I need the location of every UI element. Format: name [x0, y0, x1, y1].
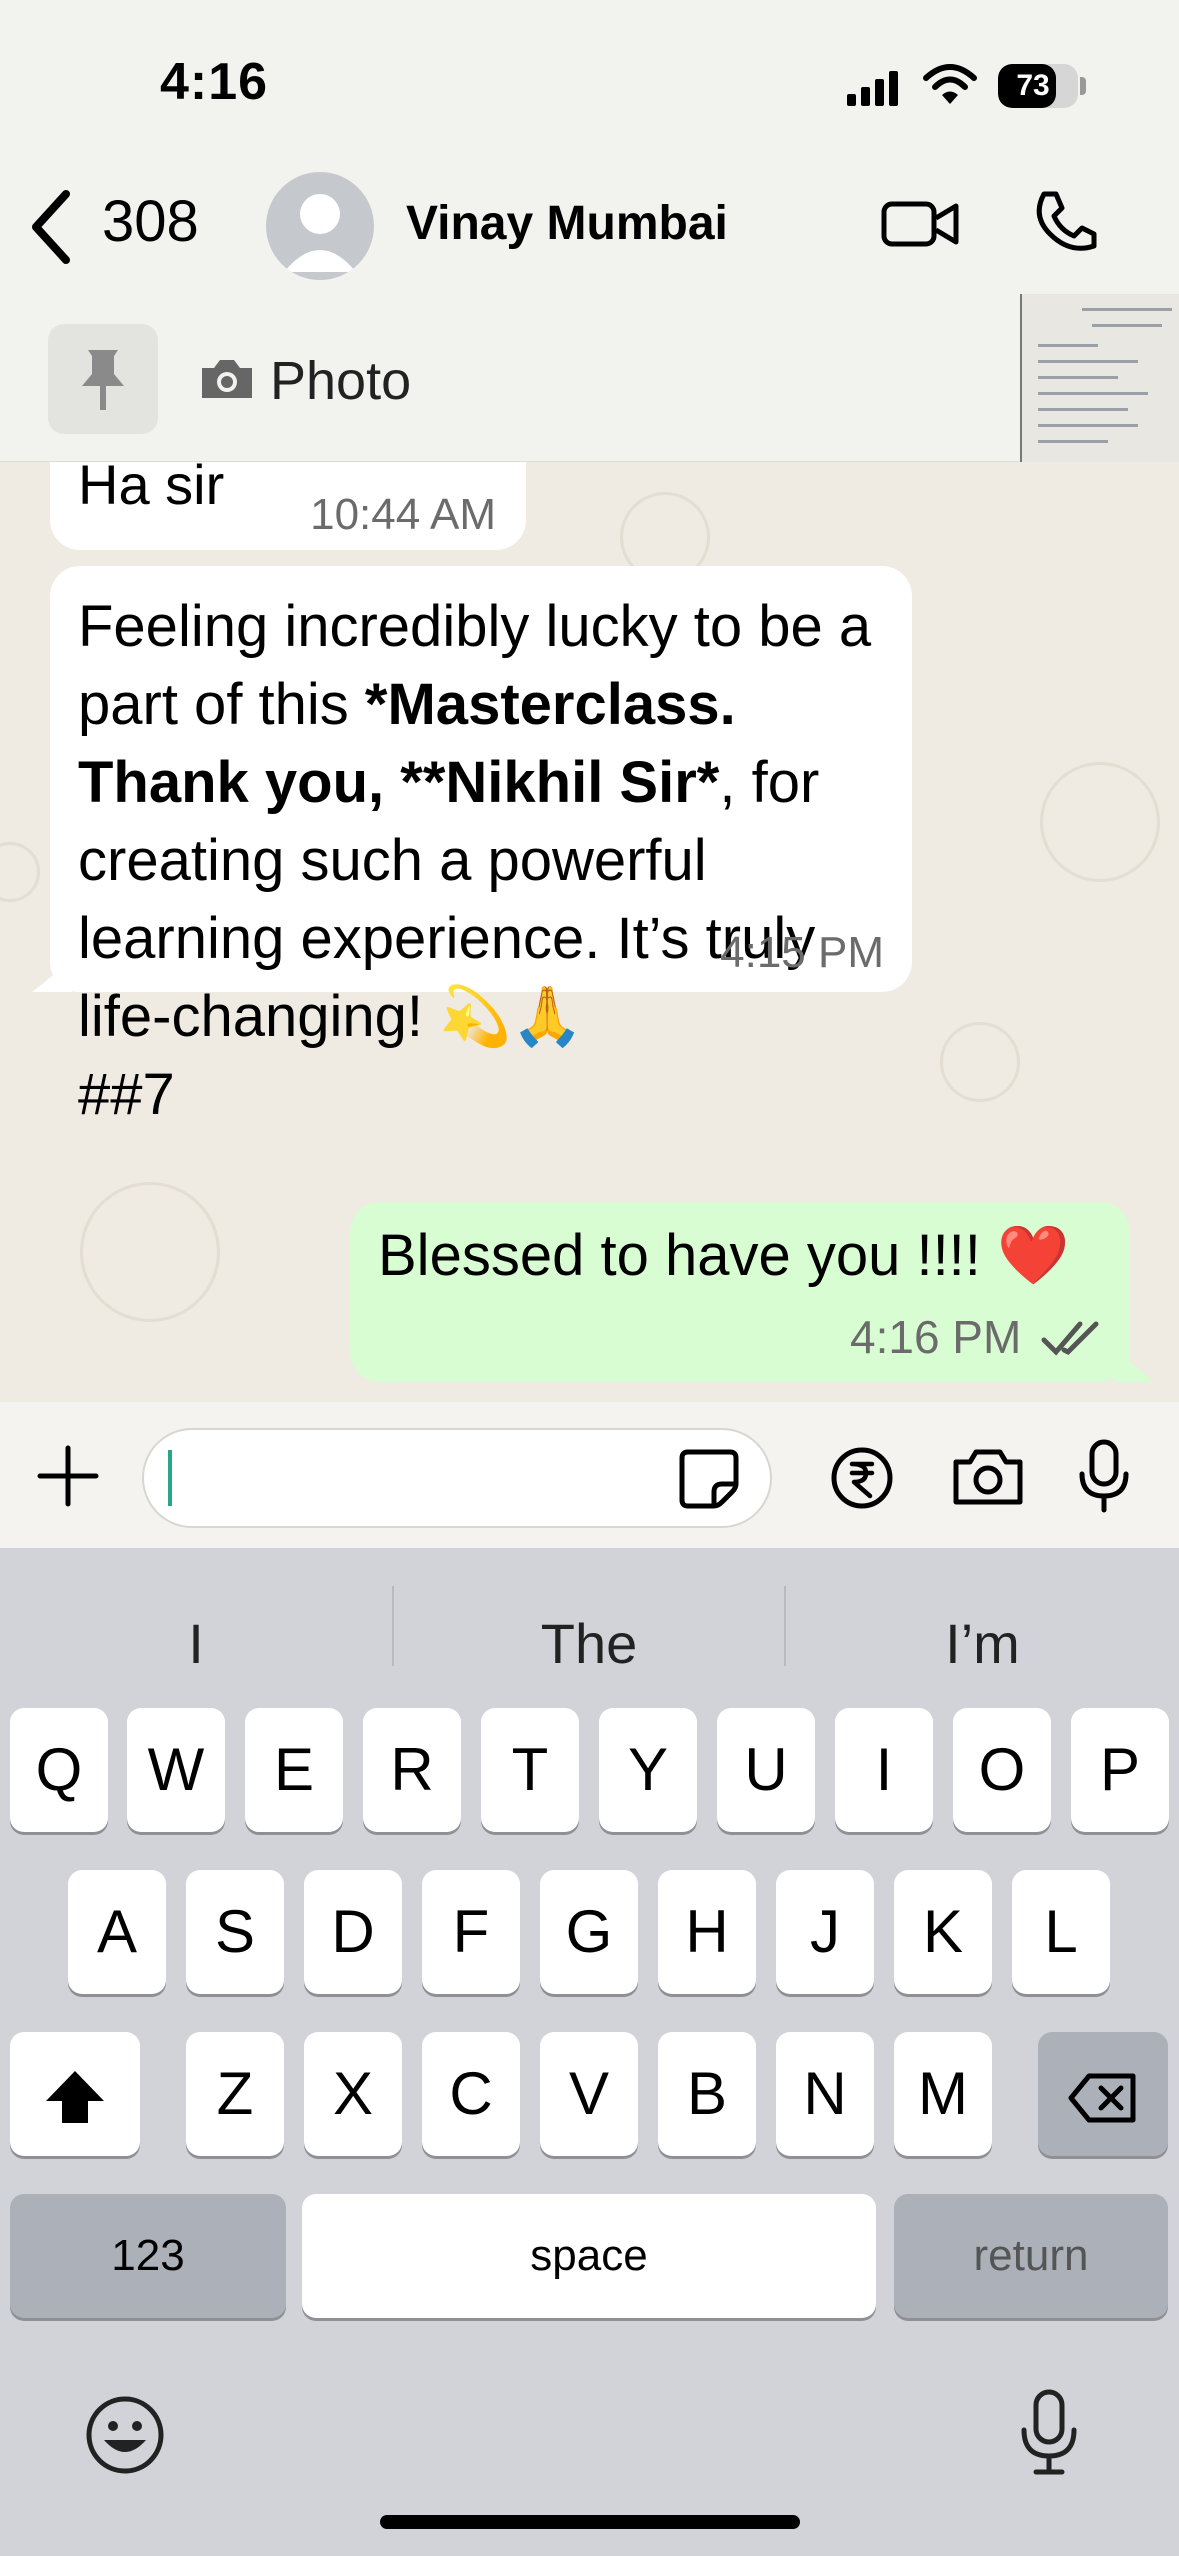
bubble-tail: [1116, 1350, 1154, 1382]
key-m[interactable]: M: [894, 2032, 992, 2156]
back-unread-count[interactable]: 308: [102, 188, 199, 255]
microphone-icon[interactable]: [1076, 1438, 1132, 1514]
key-s[interactable]: S: [186, 1870, 284, 1994]
emoji-keyboard-icon[interactable]: [84, 2394, 166, 2476]
battery-tip: [1080, 77, 1086, 95]
wallpaper-doodle: [940, 1022, 1020, 1102]
key-z[interactable]: Z: [186, 2032, 284, 2156]
chat-area[interactable]: Ha sir 10:44 AM Feeling incredibly lucky…: [0, 462, 1179, 1402]
key-q[interactable]: Q: [10, 1708, 108, 1832]
composer-bar: [0, 1402, 1179, 1548]
message-bubble-incoming[interactable]: Feeling incredibly lucky to be a part of…: [50, 566, 912, 1127]
wallpaper-doodle: [0, 842, 40, 902]
message-text: Ha sir: [78, 462, 225, 516]
keyboard: I The I’m Q W E R T Y U I O P A S D F G …: [0, 1548, 1179, 2556]
key-a[interactable]: A: [68, 1870, 166, 1994]
key-v[interactable]: V: [540, 2032, 638, 2156]
key-b[interactable]: B: [658, 2032, 756, 2156]
bubble-tail: [32, 960, 72, 992]
key-w[interactable]: W: [127, 1708, 225, 1832]
key-d[interactable]: D: [304, 1870, 402, 1994]
shift-icon: [46, 2071, 104, 2124]
suggestion-3[interactable]: I’m: [786, 1604, 1179, 1684]
suggestion-2[interactable]: The: [394, 1604, 784, 1684]
wifi-icon: [923, 64, 977, 104]
key-c[interactable]: C: [422, 2032, 520, 2156]
numbers-key[interactable]: 123: [10, 2194, 286, 2318]
key-e[interactable]: E: [245, 1708, 343, 1832]
home-indicator: [380, 2515, 800, 2529]
key-u[interactable]: U: [717, 1708, 815, 1832]
key-o[interactable]: O: [953, 1708, 1051, 1832]
key-k[interactable]: K: [894, 1870, 992, 1994]
voice-call-icon[interactable]: [1030, 188, 1100, 258]
space-key[interactable]: space: [302, 2194, 876, 2318]
key-g[interactable]: G: [540, 1870, 638, 1994]
back-chevron-icon[interactable]: [22, 182, 82, 272]
key-y[interactable]: Y: [599, 1708, 697, 1832]
video-call-icon[interactable]: [880, 194, 960, 254]
pin-icon-box: [48, 324, 158, 434]
message-bubble-outgoing[interactable]: Blessed to have you !!!! ❤️ 4:16 PM: [350, 1202, 1130, 1382]
camera-small-icon: [202, 360, 252, 398]
key-p[interactable]: P: [1071, 1708, 1169, 1832]
message-time: 4:15 PM: [720, 928, 884, 977]
cellular-signal-icon: [847, 71, 898, 106]
pinned-message-bar[interactable]: Photo: [0, 290, 1179, 462]
key-h[interactable]: H: [658, 1870, 756, 1994]
plus-icon[interactable]: [36, 1444, 100, 1508]
dictation-mic-icon[interactable]: [1018, 2388, 1080, 2478]
chat-header: 308 Vinay Mumbai: [0, 160, 1179, 290]
wallpaper-doodle: [1040, 762, 1160, 882]
battery-icon: 73: [998, 64, 1078, 108]
default-avatar-icon: [284, 194, 356, 272]
status-time: 4:16: [160, 53, 269, 111]
key-f[interactable]: F: [422, 1870, 520, 1994]
message-text: Blessed to have you !!!! ❤️: [378, 1223, 1070, 1288]
backspace-icon: [1068, 2073, 1136, 2123]
status-bar: 4:16 73: [0, 0, 1179, 160]
key-n[interactable]: N: [776, 2032, 874, 2156]
pin-icon: [82, 350, 124, 410]
message-text: Feeling incredibly lucky to be a part of…: [78, 588, 898, 1134]
return-key[interactable]: return: [894, 2194, 1168, 2318]
message-text-part: ##7: [78, 1062, 175, 1127]
key-j[interactable]: J: [776, 1870, 874, 1994]
wallpaper-doodle: [80, 1182, 220, 1322]
key-r[interactable]: R: [363, 1708, 461, 1832]
key-t[interactable]: T: [481, 1708, 579, 1832]
contact-name[interactable]: Vinay Mumbai: [406, 196, 728, 251]
pinned-photo-thumbnail[interactable]: [1020, 294, 1179, 462]
suggestion-1[interactable]: I: [0, 1604, 392, 1684]
key-x[interactable]: X: [304, 2032, 402, 2156]
camera-icon[interactable]: [950, 1446, 1026, 1508]
pinned-label: Photo: [270, 351, 412, 411]
battery-percent: 73: [1016, 69, 1050, 102]
shift-key[interactable]: [10, 2032, 140, 2156]
read-receipt-icon: [1041, 1321, 1099, 1356]
key-i[interactable]: I: [835, 1708, 933, 1832]
key-l[interactable]: L: [1012, 1870, 1110, 1994]
delete-key[interactable]: [1038, 2032, 1168, 2156]
message-input[interactable]: [142, 1428, 772, 1528]
message-bubble-incoming[interactable]: Ha sir 10:44 AM: [50, 462, 526, 550]
payment-rupee-icon[interactable]: [830, 1446, 894, 1510]
message-time: 4:16 PM: [850, 1311, 1022, 1363]
message-time: 10:44 AM: [310, 490, 496, 539]
avatar[interactable]: [266, 172, 374, 280]
